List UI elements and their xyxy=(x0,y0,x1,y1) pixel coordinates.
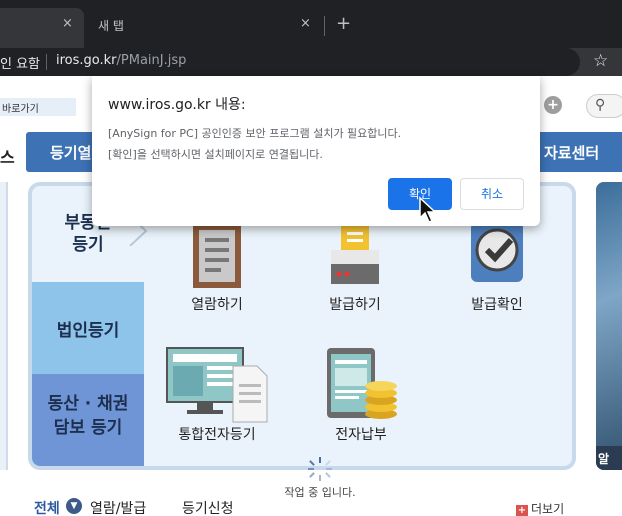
tab-view-issue[interactable]: 열람/발급 xyxy=(90,498,146,516)
side-tab-label: 담보 등기 xyxy=(53,418,123,438)
dialog-message: [AnySign for PC] 공인인증 보안 프로그램 설치가 필요합니다.… xyxy=(108,123,401,165)
printer-icon xyxy=(331,226,379,284)
check-icon xyxy=(471,226,523,282)
alert-dialog: www.iros.go.kr 내용: [AnySign for PC] 공인인증… xyxy=(92,76,540,226)
side-tab-movable[interactable]: 동산 · 채권 담보 등기 xyxy=(32,374,144,466)
service-label: 발급확인 xyxy=(471,297,523,313)
url-path: /PMainJ.jsp xyxy=(116,53,187,68)
document-icon xyxy=(193,226,241,288)
monitor-docs-icon xyxy=(166,347,268,423)
more-link[interactable]: + 더보기 xyxy=(516,500,564,516)
banner-image xyxy=(596,182,622,470)
service-e-payment[interactable]: 전자납부 xyxy=(316,344,406,444)
url-host: iros.go.kr xyxy=(56,53,117,68)
right-banner[interactable]: 알 xyxy=(596,182,622,470)
tablet-coins-icon xyxy=(327,348,397,419)
address-bar-row: 인 요함 iros.go.kr/PMainJ.jsp ☆ xyxy=(0,48,622,76)
service-view[interactable]: 열람하기 xyxy=(172,226,262,314)
banner-caption: 알 xyxy=(596,446,622,470)
side-tab-label: 등기 xyxy=(72,235,104,255)
spinner-icon xyxy=(308,457,332,481)
side-tab-label: 동산 · 채권 xyxy=(47,394,129,414)
browser-tab-bar: × 새 탭 × + xyxy=(0,0,622,48)
service-label: 발급하기 xyxy=(329,297,381,313)
tab-registration[interactable]: 등기신청 xyxy=(182,498,234,516)
shortcut-bar[interactable]: 바로가기 xyxy=(0,98,76,116)
nav-data-center[interactable]: 자료센터 xyxy=(530,132,622,172)
more-label: 더보기 xyxy=(531,502,565,516)
browser-tab-new[interactable]: 새 탭 × xyxy=(84,8,324,48)
mouse-cursor-icon xyxy=(419,196,437,223)
left-carousel-edge xyxy=(0,182,8,470)
dialog-message-line: [확인]을 선택하시면 설치페이지로 연결됩니다. xyxy=(108,148,323,161)
browser-tab-active[interactable]: × xyxy=(0,8,84,48)
tab-title: 새 탭 xyxy=(98,19,124,33)
url-text[interactable]: iros.go.kr/PMainJ.jsp xyxy=(56,53,186,68)
service-label: 전자납부 xyxy=(335,427,387,443)
bookmark-star-icon[interactable]: ☆ xyxy=(593,51,608,71)
side-tab-corporate[interactable]: 법인등기 xyxy=(32,282,144,374)
side-tab-label: 법인등기 xyxy=(56,321,120,341)
service-e-registry[interactable]: 통합전자등기 xyxy=(162,344,272,444)
omnibox-separator xyxy=(46,54,47,70)
tab-all[interactable]: 전체 xyxy=(34,498,60,516)
service-label: 통합전자등기 xyxy=(178,427,256,443)
cancel-button[interactable]: 취소 xyxy=(460,178,524,210)
search-icon: ⚲ xyxy=(595,97,606,113)
dialog-title: www.iros.go.kr 내용: xyxy=(108,97,246,113)
service-issue[interactable]: 발급하기 xyxy=(310,226,400,314)
tab-divider xyxy=(324,16,325,36)
service-label: 열람하기 xyxy=(191,297,243,313)
site-search[interactable]: ⚲ xyxy=(586,94,622,118)
close-tab-icon[interactable]: × xyxy=(300,16,311,31)
dialog-message-line: [AnySign for PC] 공인인증 보안 프로그램 설치가 필요합니다. xyxy=(108,127,402,140)
omnibox[interactable]: 인 요함 iros.go.kr/PMainJ.jsp xyxy=(0,48,580,76)
bottom-tab-bar: 전체 ▼ 열람/발급 등기신청 + 더보기 xyxy=(0,494,622,516)
nav-edge-text[interactable]: 스 xyxy=(0,144,15,168)
plus-circle-icon[interactable]: + xyxy=(544,96,562,114)
close-tab-icon[interactable]: × xyxy=(62,16,73,31)
security-indicator[interactable]: 인 요함 xyxy=(0,53,40,72)
plus-icon: + xyxy=(516,505,528,516)
service-verify[interactable]: 발급확인 xyxy=(452,226,542,314)
new-tab-button[interactable]: + xyxy=(336,13,351,34)
chevron-down-icon[interactable]: ▼ xyxy=(66,498,82,514)
